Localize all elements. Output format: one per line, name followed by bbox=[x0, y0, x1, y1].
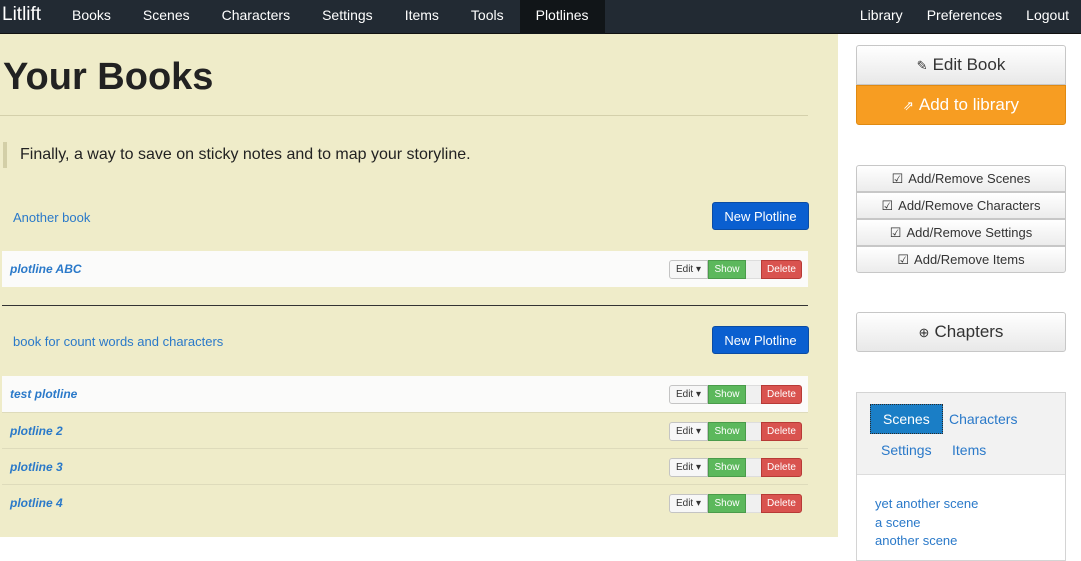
nav-logout[interactable]: Logout bbox=[1014, 0, 1081, 34]
row-actions: Edit ▾ Show Delete bbox=[669, 494, 802, 513]
plotline-row: plotline 2 Edit ▾ Show Delete bbox=[2, 412, 808, 448]
plotline-link[interactable]: plotline 4 bbox=[10, 496, 63, 510]
chapters-label: Chapters bbox=[934, 322, 1004, 341]
caret-down-icon: ▾ bbox=[693, 426, 702, 437]
plotline-link[interactable]: plotline 3 bbox=[10, 460, 63, 474]
plotline-link[interactable]: plotline 2 bbox=[10, 424, 63, 438]
show-button[interactable]: Show bbox=[708, 458, 746, 477]
button-spacer bbox=[746, 422, 761, 441]
edit-dropdown-button[interactable]: Edit ▾ bbox=[669, 494, 708, 513]
edit-label: Edit bbox=[675, 498, 694, 509]
row-actions: Edit ▾ Show Delete bbox=[669, 260, 802, 279]
delete-button[interactable]: Delete bbox=[761, 458, 802, 477]
plotline-row: plotline 3 Edit ▾ Show Delete bbox=[2, 448, 808, 484]
edit-dropdown-button[interactable]: Edit ▾ bbox=[669, 260, 708, 279]
element-tabs-panel: Scenes Characters Settings Items yet ano… bbox=[856, 392, 1066, 561]
edit-label: Edit bbox=[675, 389, 694, 400]
scene-link[interactable]: a scene bbox=[875, 515, 921, 530]
nav-scenes[interactable]: Scenes bbox=[127, 0, 206, 34]
add-remove-settings-button[interactable]: ☑ Add/Remove Settings bbox=[856, 219, 1066, 246]
caret-down-icon: ▾ bbox=[693, 498, 702, 509]
checkbox-icon: ☑ bbox=[891, 171, 904, 186]
caret-down-icon: ▾ bbox=[693, 462, 702, 473]
caret-down-icon: ▾ bbox=[693, 264, 702, 275]
show-button[interactable]: Show bbox=[708, 422, 746, 441]
nav-library[interactable]: Library bbox=[848, 0, 915, 34]
button-spacer bbox=[746, 260, 761, 279]
scene-link[interactable]: yet another scene bbox=[875, 496, 978, 511]
add-remove-label: Add/Remove Scenes bbox=[908, 171, 1031, 186]
add-remove-items-button[interactable]: ☑ Add/Remove Items bbox=[856, 246, 1066, 273]
plotline-link[interactable]: test plotline bbox=[10, 387, 77, 401]
plus-circle-icon: ⊕ bbox=[918, 325, 930, 340]
chapters-button[interactable]: ⊕ Chapters bbox=[856, 312, 1066, 352]
show-button[interactable]: Show bbox=[708, 494, 746, 513]
row-actions: Edit ▾ Show Delete bbox=[669, 422, 802, 441]
share-icon: ⇗ bbox=[902, 98, 914, 113]
tab-scenes[interactable]: Scenes bbox=[870, 404, 943, 434]
add-remove-label: Add/Remove Settings bbox=[906, 225, 1033, 240]
add-to-library-button[interactable]: ⇗ Add to library bbox=[856, 85, 1066, 125]
edit-dropdown-button[interactable]: Edit ▾ bbox=[669, 422, 708, 441]
book-separator bbox=[2, 305, 808, 306]
plotline-link[interactable]: plotline ABC bbox=[10, 262, 82, 276]
tab-characters[interactable]: Characters bbox=[949, 411, 1017, 427]
tabs-header: Scenes Characters Settings Items bbox=[857, 393, 1065, 475]
scene-link[interactable]: another scene bbox=[875, 533, 957, 548]
row-actions: Edit ▾ Show Delete bbox=[669, 385, 802, 404]
plotline-row: test plotline Edit ▾ Show Delete bbox=[2, 376, 808, 412]
user-nav: Library Preferences Logout bbox=[848, 0, 1081, 34]
main-content: Your Books Finally, a way to save on sti… bbox=[0, 34, 838, 537]
button-spacer bbox=[746, 385, 761, 404]
nav-tools[interactable]: Tools bbox=[455, 0, 520, 34]
page-title: Your Books bbox=[3, 56, 214, 98]
delete-button[interactable]: Delete bbox=[761, 422, 802, 441]
delete-button[interactable]: Delete bbox=[761, 260, 802, 279]
book-title-link[interactable]: book for count words and characters bbox=[13, 334, 223, 349]
brand-logo[interactable]: Litlift bbox=[2, 4, 41, 26]
row-actions: Edit ▾ Show Delete bbox=[669, 458, 802, 477]
caret-down-icon: ▾ bbox=[693, 389, 702, 400]
edit-dropdown-button[interactable]: Edit ▾ bbox=[669, 385, 708, 404]
tab-items[interactable]: Items bbox=[952, 442, 986, 458]
edit-label: Edit bbox=[675, 462, 694, 473]
nav-items[interactable]: Items bbox=[389, 0, 455, 34]
checkbox-icon: ☑ bbox=[897, 252, 910, 267]
title-divider bbox=[0, 115, 808, 116]
checkbox-icon: ☑ bbox=[881, 198, 894, 213]
new-plotline-button[interactable]: New Plotline bbox=[712, 202, 809, 230]
checkbox-icon: ☑ bbox=[889, 225, 902, 240]
nav-characters[interactable]: Characters bbox=[206, 0, 306, 34]
button-spacer bbox=[746, 494, 761, 513]
plotline-row: plotline 4 Edit ▾ Show Delete bbox=[2, 484, 808, 520]
new-plotline-button[interactable]: New Plotline bbox=[712, 326, 809, 354]
nav-preferences[interactable]: Preferences bbox=[915, 0, 1014, 34]
tagline-quote: Finally, a way to save on sticky notes a… bbox=[3, 142, 471, 168]
edit-label: Edit bbox=[675, 264, 694, 275]
main-nav: Books Scenes Characters Settings Items T… bbox=[56, 0, 605, 34]
edit-book-label: Edit Book bbox=[932, 55, 1006, 74]
add-remove-label: Add/Remove Characters bbox=[898, 198, 1041, 213]
tab-settings[interactable]: Settings bbox=[881, 442, 932, 458]
delete-button[interactable]: Delete bbox=[761, 494, 802, 513]
add-to-library-label: Add to library bbox=[918, 95, 1020, 114]
delete-button[interactable]: Delete bbox=[761, 385, 802, 404]
button-spacer bbox=[746, 458, 761, 477]
edit-icon: ✎ bbox=[916, 58, 928, 73]
show-button[interactable]: Show bbox=[708, 260, 746, 279]
nav-settings[interactable]: Settings bbox=[306, 0, 389, 34]
edit-dropdown-button[interactable]: Edit ▾ bbox=[669, 458, 708, 477]
edit-book-button[interactable]: ✎ Edit Book bbox=[856, 45, 1066, 85]
top-navbar: Litlift Books Scenes Characters Settings… bbox=[0, 0, 1081, 34]
show-button[interactable]: Show bbox=[708, 385, 746, 404]
add-remove-scenes-button[interactable]: ☑ Add/Remove Scenes bbox=[856, 165, 1066, 192]
edit-label: Edit bbox=[675, 426, 694, 437]
add-remove-characters-button[interactable]: ☑ Add/Remove Characters bbox=[856, 192, 1066, 219]
nav-plotlines[interactable]: Plotlines bbox=[519, 0, 605, 34]
nav-books[interactable]: Books bbox=[56, 0, 127, 34]
plotline-row: plotline ABC Edit ▾ Show Delete bbox=[2, 251, 808, 287]
add-remove-label: Add/Remove Items bbox=[914, 252, 1025, 267]
book-title-link[interactable]: Another book bbox=[13, 210, 90, 225]
